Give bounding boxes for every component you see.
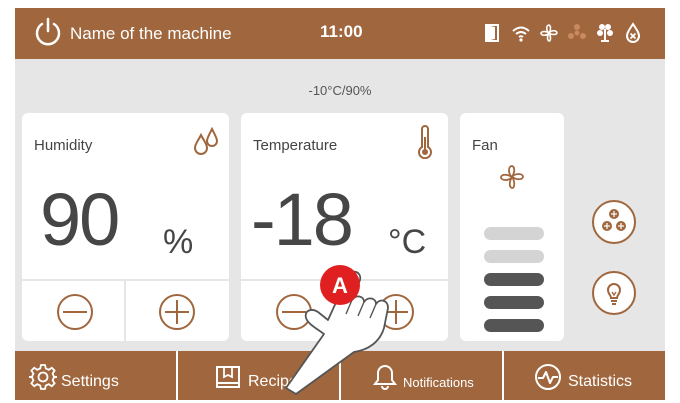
pointer-hand-annotation: A: [285, 265, 389, 395]
settings-button[interactable]: Settings: [15, 351, 176, 400]
light-button[interactable]: [591, 270, 637, 316]
status-icons: [482, 22, 660, 44]
statistics-button[interactable]: Statistics: [504, 351, 665, 400]
machine-name: Name of the machine: [70, 24, 232, 43]
fan-card: Fan: [460, 113, 564, 341]
card-divider: [124, 279, 126, 341]
fan-speed-selector[interactable]: [484, 227, 544, 342]
fan-title: Fan: [472, 137, 498, 154]
fan-level-bar-active[interactable]: [484, 296, 544, 309]
drop-off-icon: [625, 22, 641, 43]
settings-label: Settings: [61, 373, 119, 390]
door-icon: [485, 24, 499, 42]
clock: 11:00: [320, 22, 363, 41]
fan-level-bar-inactive[interactable]: [484, 250, 544, 263]
wifi-icon: [512, 26, 530, 42]
statistics-icon: [535, 364, 561, 390]
fan-level-bar-active[interactable]: [484, 319, 544, 332]
header-bar: Name of the machine 11:00: [15, 8, 665, 59]
fan-icon: [500, 165, 524, 189]
fan-level-bar-inactive[interactable]: [484, 227, 544, 240]
defrost-button[interactable]: [591, 199, 637, 245]
statistics-label: Statistics: [568, 373, 633, 390]
humidity-value: 90: [40, 178, 120, 261]
book-icon: [216, 366, 240, 388]
annotation-marker-label: A: [332, 273, 348, 298]
humidity-increase-button[interactable]: [158, 293, 196, 331]
fan-level-bar-active[interactable]: [484, 273, 544, 286]
gear-icon: [29, 364, 57, 390]
thermometer-icon: [418, 125, 432, 159]
humidity-decrease-button[interactable]: [56, 293, 94, 331]
fan-icon: [540, 24, 558, 42]
humidity-title: Humidity: [34, 137, 93, 154]
setpoint-readout: -10°C/90%: [308, 83, 372, 98]
humidity-unit: %: [163, 223, 194, 261]
plant-icon: [597, 24, 613, 42]
defrost-icon: [568, 24, 586, 39]
droplets-icon: [193, 126, 219, 155]
temperature-title: Temperature: [253, 137, 338, 154]
power-icon[interactable]: [32, 16, 64, 48]
humidity-card: Humidity 90 %: [22, 113, 229, 341]
